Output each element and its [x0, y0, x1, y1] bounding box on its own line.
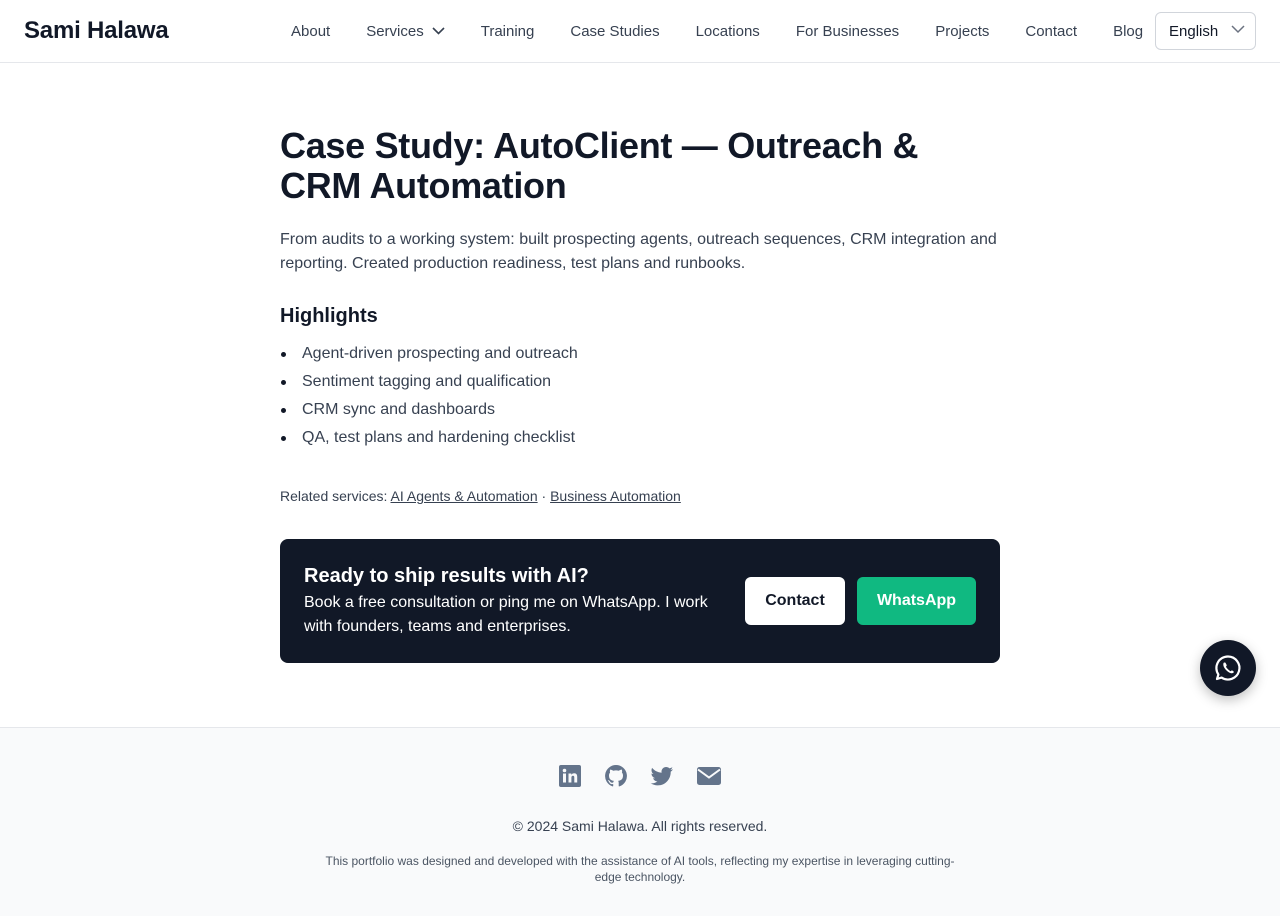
list-item: Sentiment tagging and qualification: [280, 368, 1000, 396]
list-item: CRM sync and dashboards: [280, 396, 1000, 424]
case-study-content: Case Study: AutoClient — Outreach & CRM …: [280, 126, 1000, 506]
floating-whatsapp-button[interactable]: [1200, 640, 1256, 696]
cta-banner: Ready to ship results with AI? Book a fr…: [280, 539, 1000, 663]
site-header: Sami Halawa About Services Training Case…: [0, 0, 1280, 63]
nav-label: Projects: [935, 22, 990, 40]
page-title: Case Study: AutoClient — Outreach & CRM …: [280, 125, 919, 206]
brand-logo[interactable]: Sami Halawa: [24, 17, 169, 45]
nav-item-blog[interactable]: Blog: [1113, 23, 1143, 40]
nav-item-for-businesses[interactable]: For Businesses: [796, 23, 899, 40]
nav-label: Services: [366, 22, 424, 40]
related-link-ai-agents[interactable]: AI Agents & Automation: [391, 488, 538, 504]
social-links: [0, 764, 1280, 788]
nav-label: For Businesses: [795, 22, 900, 40]
chevron-down-icon: [1231, 25, 1245, 34]
nav-item-case-studies[interactable]: Case Studies: [570, 23, 659, 40]
nav-label: Blog: [1113, 22, 1144, 40]
cta-title: Ready to ship results with AI?: [304, 565, 589, 587]
nav-label: Training: [480, 22, 535, 40]
main-nav: About Services Training Case Studies Loc…: [291, 0, 1143, 62]
highlights-list: Agent-driven prospecting and outreach Se…: [280, 340, 1000, 452]
whatsapp-icon: [1213, 653, 1243, 683]
mail-icon[interactable]: [696, 764, 722, 788]
twitter-icon[interactable]: [650, 764, 674, 788]
nav-label: Locations: [695, 22, 760, 40]
cta-text: Book a free consultation or ping me on W…: [304, 594, 708, 635]
language-select-value: English: [1169, 22, 1219, 40]
nav-item-about[interactable]: About: [291, 23, 330, 40]
nav-item-contact[interactable]: Contact: [1025, 23, 1077, 40]
copyright: © 2024 Sami Halawa. All rights reserved.: [512, 818, 768, 834]
related-link-business-automation[interactable]: Business Automation: [550, 488, 681, 504]
language-select[interactable]: English: [1155, 12, 1256, 50]
list-item: Agent-driven prospecting and outreach: [280, 340, 1000, 368]
nav-item-services[interactable]: Services: [366, 23, 445, 40]
contact-button[interactable]: Contact: [745, 577, 845, 625]
linkedin-icon[interactable]: [558, 764, 582, 788]
chevron-down-icon: [432, 27, 445, 35]
github-icon[interactable]: [604, 764, 628, 788]
nav-item-locations[interactable]: Locations: [696, 23, 760, 40]
footer-note: This portfolio was designed and develope…: [325, 854, 955, 884]
highlights-heading: Highlights: [280, 305, 378, 327]
list-item: QA, test plans and hardening checklist: [280, 424, 1000, 452]
related-separator: ·: [541, 488, 547, 504]
nav-label: Case Studies: [570, 22, 660, 40]
site-footer: © 2024 Sami Halawa. All rights reserved.…: [0, 727, 1280, 916]
nav-item-training[interactable]: Training: [481, 23, 535, 40]
nav-item-projects[interactable]: Projects: [935, 23, 989, 40]
case-study-summary: From audits to a working system: built p…: [280, 231, 997, 272]
nav-label: About: [291, 22, 331, 40]
related-services: Related services: AI Agents & Automation…: [280, 486, 1000, 506]
whatsapp-button[interactable]: WhatsApp: [857, 577, 976, 625]
nav-label: Contact: [1025, 22, 1078, 40]
related-services-label: Related services:: [280, 488, 388, 504]
